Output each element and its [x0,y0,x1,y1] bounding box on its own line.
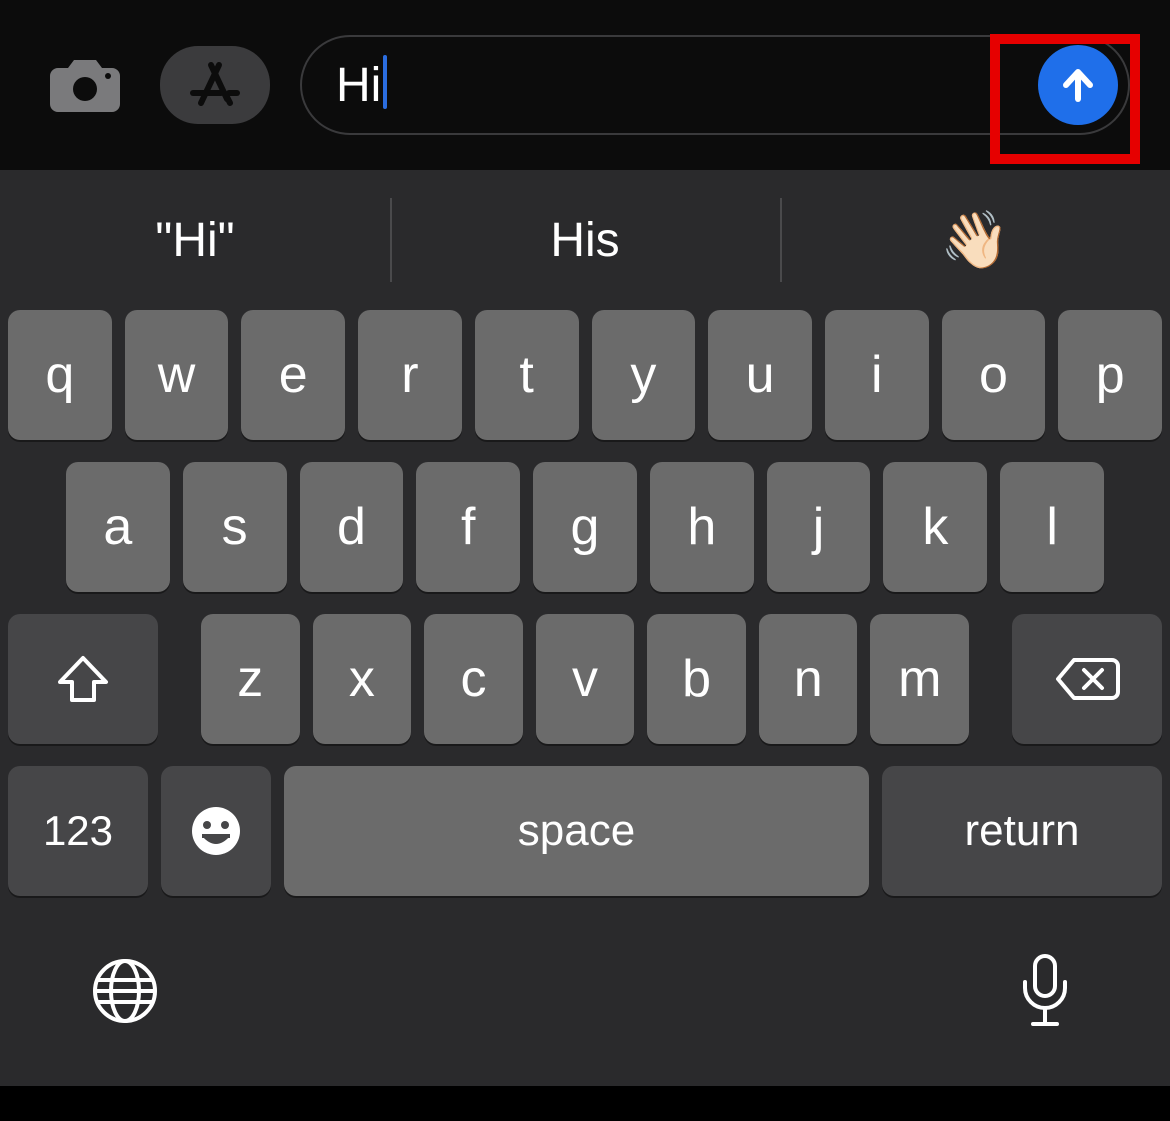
key-n[interactable]: n [759,614,858,744]
suggestions-bar: "Hi" His 👋🏻 [0,170,1170,310]
keyboard: q w e r t y u i o p a s d f g h j k l z … [0,310,1170,896]
key-o[interactable]: o [942,310,1046,440]
key-l[interactable]: l [1000,462,1104,592]
send-button[interactable] [1038,45,1118,125]
message-text: Hi [336,58,381,113]
key-x[interactable]: x [313,614,412,744]
app-store-icon [187,57,243,113]
suggestion-emoji[interactable]: 👋🏻 [780,170,1170,310]
key-q[interactable]: q [8,310,112,440]
key-h[interactable]: h [650,462,754,592]
key-i[interactable]: i [825,310,929,440]
apps-button[interactable] [160,46,270,124]
keyboard-row-4: 123 space return [8,766,1162,896]
key-v[interactable]: v [536,614,635,744]
suggestion-word[interactable]: His [390,170,780,310]
keyboard-row-3: z x c v b n m [8,614,1162,744]
key-return[interactable]: return [882,766,1162,896]
key-y[interactable]: y [592,310,696,440]
globe-button[interactable] [90,956,160,1026]
suggestion-quoted[interactable]: "Hi" [0,170,390,310]
arrow-up-icon [1056,63,1100,107]
key-j[interactable]: j [767,462,871,592]
camera-button[interactable] [40,46,130,124]
backspace-icon [1054,656,1120,702]
key-g[interactable]: g [533,462,637,592]
globe-icon [90,956,160,1026]
key-r[interactable]: r [358,310,462,440]
key-a[interactable]: a [66,462,170,592]
text-caret [383,55,387,109]
key-e[interactable]: e [241,310,345,440]
key-space[interactable]: space [284,766,869,896]
camera-icon [48,56,122,114]
key-s[interactable]: s [183,462,287,592]
keyboard-row-1: q w e r t y u i o p [8,310,1162,440]
dictation-button[interactable] [1010,956,1080,1026]
key-t[interactable]: t [475,310,579,440]
key-p[interactable]: p [1058,310,1162,440]
key-b[interactable]: b [647,614,746,744]
key-z[interactable]: z [201,614,300,744]
key-numbers[interactable]: 123 [8,766,148,896]
key-shift[interactable] [8,614,158,744]
key-backspace[interactable] [1012,614,1162,744]
key-w[interactable]: w [125,310,229,440]
key-k[interactable]: k [883,462,987,592]
key-emoji[interactable] [161,766,271,896]
key-c[interactable]: c [424,614,523,744]
keyboard-bottom-bar [0,896,1170,1086]
key-d[interactable]: d [300,462,404,592]
shift-icon [56,654,110,704]
message-input[interactable]: Hi [300,35,1130,135]
key-f[interactable]: f [416,462,520,592]
key-m[interactable]: m [870,614,969,744]
keyboard-row-2: a s d f g h j k l [8,462,1162,592]
emoji-icon [189,804,243,858]
key-u[interactable]: u [708,310,812,440]
microphone-icon [1017,952,1073,1030]
compose-bar: Hi [0,0,1170,170]
